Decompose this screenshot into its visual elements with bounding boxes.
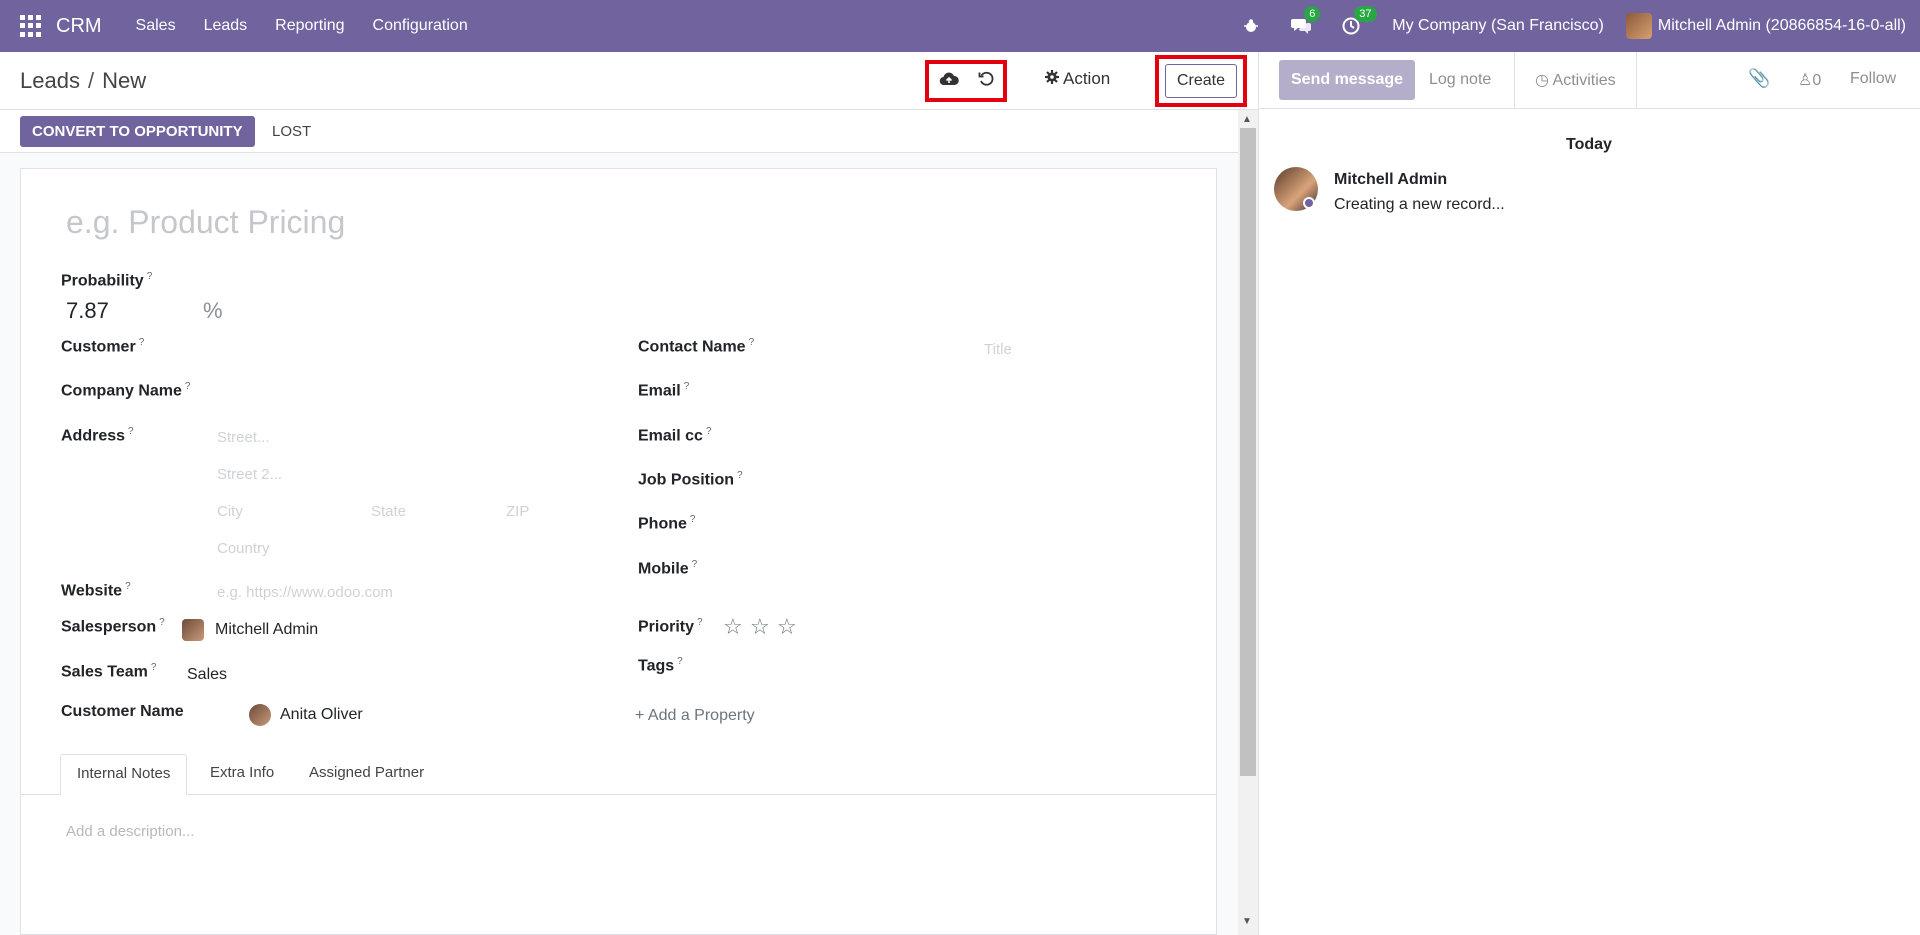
save-cloud-icon[interactable] [939, 71, 959, 92]
zip-input[interactable]: ZIP [506, 503, 529, 520]
tab-extra-info[interactable]: Extra Info [194, 754, 290, 795]
send-message-button[interactable]: Send message [1279, 60, 1416, 100]
follow-button[interactable]: Follow [1850, 70, 1896, 88]
chatter-topbar: Send message Log note ◷ Activities 📎 ♙0 … [1259, 52, 1920, 109]
clock-icon: ◷ [1535, 72, 1553, 89]
paperclip-icon[interactable]: 📎 [1748, 68, 1770, 89]
top-navbar: CRM Sales Leads Reporting Configuration … [0, 0, 1920, 52]
form-sheet [20, 168, 1217, 935]
country-select[interactable]: Country [217, 540, 270, 557]
lead-title-input[interactable]: e.g. Product Pricing [66, 204, 345, 241]
activities-count-badge: 37 [1354, 6, 1377, 22]
menu-configuration[interactable]: Configuration [373, 17, 468, 35]
contact-title-select[interactable]: Title [984, 341, 1012, 358]
scroll-up-icon[interactable]: ▲ [1242, 114, 1252, 125]
breadcrumb-leads[interactable]: Leads [20, 68, 80, 93]
menu-leads[interactable]: Leads [204, 17, 248, 35]
activities-label: Activities [1552, 72, 1616, 89]
city-input[interactable]: City [217, 503, 243, 520]
scrollbar-thumb[interactable] [1240, 128, 1256, 776]
tab-internal-notes[interactable]: Internal Notes [60, 754, 188, 795]
priority-star-3-icon[interactable]: ☆ [777, 614, 797, 640]
scroll-down-icon[interactable]: ▼ [1242, 916, 1252, 927]
user-name: Mitchell Admin (20866854-16-0-all) [1657, 17, 1906, 34]
phone-label: Phone? [638, 514, 696, 533]
probability-label: Probability? [61, 271, 153, 290]
messages-icon[interactable]: 6 [1290, 6, 1321, 37]
tags-label: Tags? [638, 656, 683, 675]
convert-to-opportunity-button[interactable]: CONVERT TO OPPORTUNITY [20, 116, 255, 147]
person-icon: ♙ [1798, 72, 1813, 89]
description-editor[interactable]: Add a description... [66, 823, 194, 840]
company-switcher[interactable]: My Company (San Francisco) [1392, 17, 1604, 35]
gear-icon [1045, 69, 1059, 89]
lost-button[interactable]: LOST [272, 123, 311, 140]
notebook-tabs: Internal Notes Extra Info Assigned Partn… [20, 754, 1217, 795]
control-panel: Leads / New Action Create [0, 52, 1258, 110]
create-button[interactable]: Create [1164, 64, 1238, 98]
salesperson-label: Salesperson? [61, 617, 165, 636]
apps-grid-icon[interactable] [20, 15, 42, 37]
user-menu[interactable]: Mitchell Admin (20866854-16-0-all) [1625, 13, 1906, 39]
add-property-label: Add a Property [647, 707, 755, 724]
street2-input[interactable]: Street 2... [217, 466, 282, 483]
user-avatar [1625, 13, 1652, 39]
probability-percent: % [203, 298, 223, 323]
breadcrumb-current: New [102, 68, 147, 93]
menu-reporting[interactable]: Reporting [275, 17, 344, 35]
website-label: Website? [61, 581, 131, 600]
mobile-label: Mobile? [638, 559, 698, 578]
priority-star-1-icon[interactable]: ☆ [723, 614, 743, 640]
action-label: Action [1063, 69, 1111, 88]
tab-assigned-partner[interactable]: Assigned Partner [293, 754, 440, 795]
contact-name-label: Contact Name? [638, 337, 755, 356]
messages-count-badge: 6 [1304, 6, 1321, 22]
priority-star-2-icon[interactable]: ☆ [750, 614, 770, 640]
breadcrumb: Leads / New [20, 68, 146, 94]
street-input[interactable]: Street... [217, 429, 270, 446]
online-status-dot [1303, 197, 1315, 209]
state-select[interactable]: State [371, 503, 406, 520]
date-separator: Today [1566, 136, 1612, 153]
salesperson-avatar [182, 619, 204, 641]
plus-icon: + [635, 707, 648, 724]
create-highlight: Create [1155, 55, 1247, 107]
customer-avatar [249, 704, 271, 726]
activities-clock-icon[interactable]: 37 [1340, 6, 1377, 37]
website-input[interactable]: e.g. https://www.odoo.com [217, 584, 393, 601]
customer-label: Customer? [61, 337, 145, 356]
breadcrumb-separator: / [87, 68, 95, 93]
debug-bug-icon[interactable] [1240, 15, 1262, 37]
log-note-button[interactable]: Log note [1429, 71, 1491, 89]
discard-undo-icon[interactable] [978, 71, 994, 92]
message-body: Creating a new record... [1334, 196, 1505, 213]
sales-team-label: Sales Team? [61, 662, 157, 681]
sales-team-value[interactable]: Sales [187, 666, 227, 684]
followers-count: 0 [1812, 72, 1822, 89]
company-name-label: Company Name? [61, 381, 191, 400]
job-position-label: Job Position? [638, 470, 743, 489]
action-menu-button[interactable]: Action [1045, 69, 1110, 89]
customer-name-label: Customer Name [61, 703, 184, 720]
chatter-divider [1258, 52, 1259, 935]
probability-input[interactable]: 7.87 [66, 298, 109, 324]
menu-sales[interactable]: Sales [136, 17, 176, 35]
email-label: Email? [638, 381, 690, 400]
customer-name-value[interactable]: Anita Oliver [280, 706, 363, 724]
app-brand[interactable]: CRM [56, 15, 102, 38]
email-cc-label: Email cc? [638, 426, 712, 445]
status-bar: CONVERT TO OPPORTUNITY LOST [0, 110, 1258, 153]
address-label: Address? [61, 426, 134, 445]
activities-button[interactable]: ◷ Activities [1514, 52, 1637, 109]
add-property-button[interactable]: + Add a Property [635, 707, 755, 725]
salesperson-value[interactable]: Mitchell Admin [215, 621, 318, 639]
followers-button[interactable]: ♙0 [1798, 70, 1821, 90]
priority-label: Priority? [638, 617, 703, 636]
save-discard-highlight [925, 60, 1007, 102]
message-author[interactable]: Mitchell Admin [1334, 171, 1447, 189]
